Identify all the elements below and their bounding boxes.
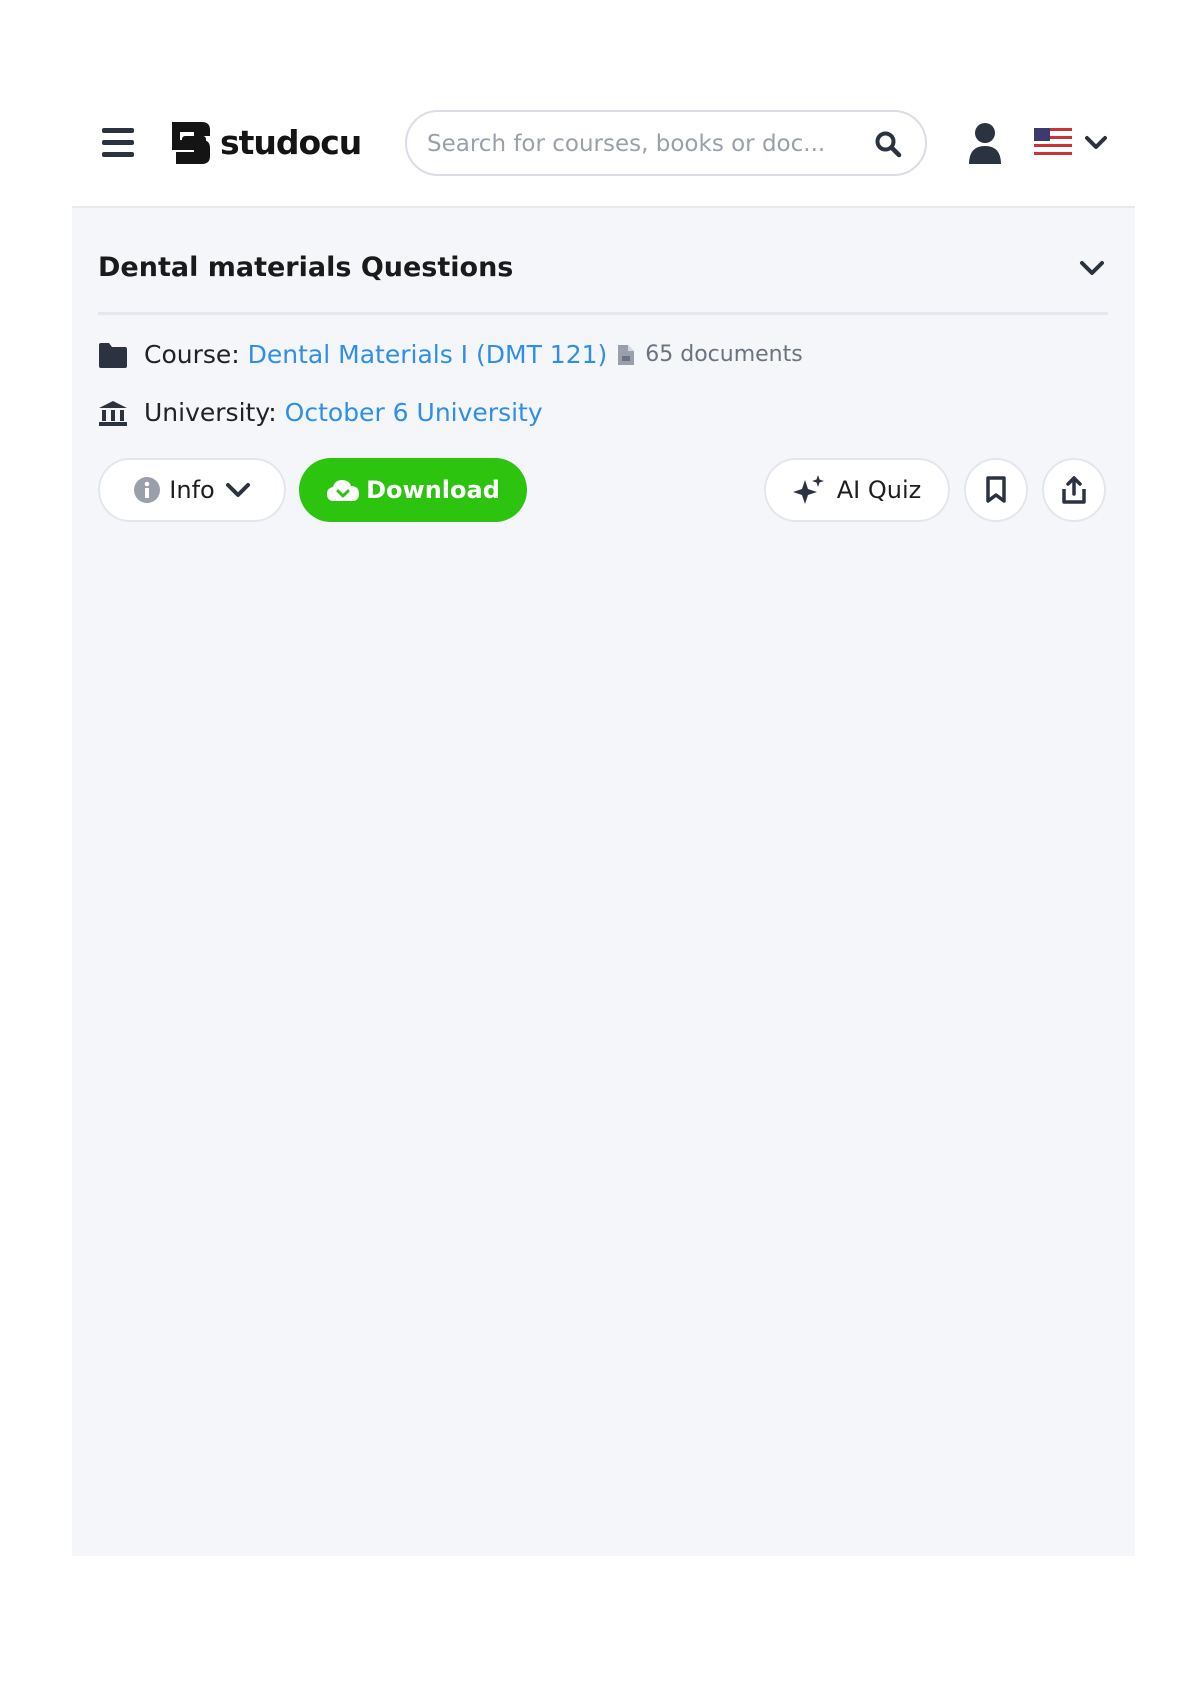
- top-header: studocu: [72, 86, 1135, 208]
- search-bar: [405, 110, 927, 176]
- university-icon: [99, 400, 127, 426]
- course-label: Course:: [144, 340, 240, 369]
- document-count-text: 65 documents: [645, 342, 803, 367]
- search-icon[interactable]: [873, 129, 903, 159]
- document-viewer-frame: studocu Dental materials Questions: [72, 86, 1135, 1556]
- university-label: University:: [144, 398, 277, 427]
- document-title: Dental materials Questions: [98, 252, 514, 283]
- document-count: 65 documents: [617, 342, 803, 367]
- bookmark-button[interactable]: [964, 458, 1028, 522]
- file-icon: [618, 344, 635, 365]
- info-icon: [134, 477, 161, 503]
- cloud-download-icon: [327, 480, 360, 501]
- ai-quiz-label: AI Quiz: [836, 476, 922, 504]
- share-icon: [1062, 476, 1086, 504]
- us-flag-icon[interactable]: [1034, 128, 1072, 156]
- university-row: University: October 6 University: [98, 398, 543, 427]
- search-input[interactable]: [425, 126, 829, 162]
- menu-icon[interactable]: [102, 128, 136, 158]
- chevron-down-icon[interactable]: [1078, 256, 1106, 280]
- chevron-down-icon: [225, 483, 250, 497]
- university-link[interactable]: October 6 University: [285, 398, 543, 427]
- download-button[interactable]: Download: [299, 458, 527, 522]
- divider: [98, 312, 1108, 315]
- studocu-logo[interactable]: studocu: [164, 114, 362, 170]
- course-row: Course: Dental Materials I (DMT 121) 65 …: [98, 340, 803, 369]
- user-icon[interactable]: [967, 122, 1003, 164]
- chevron-down-icon[interactable]: [1084, 132, 1108, 152]
- bookmark-icon: [986, 476, 1006, 503]
- ai-quiz-button[interactable]: AI Quiz: [764, 458, 950, 522]
- info-button[interactable]: Info: [98, 458, 286, 522]
- share-button[interactable]: [1042, 458, 1106, 522]
- sparkle-icon: [792, 475, 824, 504]
- download-label: Download: [366, 476, 500, 504]
- folder-icon: [99, 342, 127, 368]
- logo-text: studocu: [220, 122, 362, 162]
- info-label: Info: [169, 476, 215, 504]
- studocu-logo-icon: [172, 122, 210, 164]
- course-link[interactable]: Dental Materials I (DMT 121): [248, 340, 608, 369]
